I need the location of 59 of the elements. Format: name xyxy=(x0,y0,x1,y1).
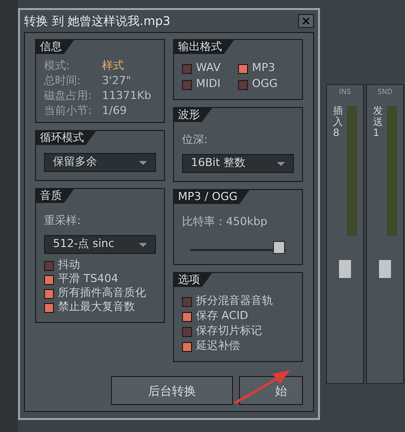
checkbox-label: 所有插件高音质化 xyxy=(58,285,146,300)
checkbox[interactable] xyxy=(44,260,54,270)
dropdown[interactable]: 16Bit 整数 xyxy=(182,154,294,173)
checkbox-label: 平滑 TS404 xyxy=(58,271,118,286)
checkbox-label: 延迟补偿 xyxy=(196,338,240,354)
checkbox[interactable] xyxy=(44,274,54,284)
caret-icon xyxy=(139,160,147,164)
info-label: 总时间: xyxy=(44,73,82,88)
start-button[interactable]: 始 xyxy=(239,376,303,405)
info-label: 磁盘占用: xyxy=(44,88,93,103)
field-label: 位深: xyxy=(182,133,208,146)
caret-icon xyxy=(139,242,147,246)
fader[interactable] xyxy=(379,260,391,278)
info-label: 当前小节: xyxy=(44,103,93,118)
checkbox[interactable] xyxy=(238,64,248,74)
close-icon xyxy=(302,17,310,25)
section-title: 信息 xyxy=(36,40,74,54)
checkbox-label: MIDI xyxy=(196,76,220,92)
section-title: 音质 xyxy=(36,189,74,203)
section-title: MP3 / OGG xyxy=(174,190,250,204)
section-title: 波形 xyxy=(174,108,212,122)
fader[interactable] xyxy=(339,260,351,278)
info-value: 样式 xyxy=(102,58,124,73)
section-title: 输出格式 xyxy=(174,40,234,54)
checkbox[interactable] xyxy=(182,312,192,322)
slider-thumb[interactable] xyxy=(273,241,286,254)
dropdown[interactable]: 512-点 sinc xyxy=(44,235,156,254)
checkbox[interactable] xyxy=(182,342,192,352)
checkbox[interactable] xyxy=(238,80,248,90)
section-title: 循环模式 xyxy=(36,131,96,145)
checkbox-label: WAV xyxy=(196,60,221,76)
checkbox[interactable] xyxy=(44,288,54,298)
checkbox[interactable] xyxy=(182,80,192,90)
window-title: 转换 到 她曾这样说我.mp3 xyxy=(24,13,170,30)
checkbox-label: 抖动 xyxy=(58,257,80,273)
checkbox[interactable] xyxy=(182,296,192,306)
caret-icon xyxy=(277,162,285,166)
info-value: 11371Kb xyxy=(102,88,152,103)
close-button[interactable] xyxy=(298,14,314,28)
checkbox-label: 保存切片标记 xyxy=(196,323,262,340)
background-render-button[interactable]: 后台转换 xyxy=(111,376,233,405)
info-value: 3'27" xyxy=(102,73,132,88)
checkbox-label: OGG xyxy=(252,76,278,92)
strip-name: 发送 1 xyxy=(373,106,383,140)
section-title: 选项 xyxy=(174,273,212,287)
dropdown[interactable]: 保留多余 xyxy=(44,153,156,172)
checkbox[interactable] xyxy=(44,302,54,312)
arrow-annotation xyxy=(232,368,290,404)
checkbox-label: 保存 ACID xyxy=(196,308,248,324)
checkbox[interactable] xyxy=(182,64,192,74)
info-label: 模式: xyxy=(44,58,71,73)
checkbox-label: 禁止最大复音数 xyxy=(58,299,135,316)
checkbox-label: MP3 xyxy=(252,60,276,76)
info-value: 1/69 xyxy=(102,103,127,118)
bitrate-label: 比特率：450kbp xyxy=(182,215,268,228)
checkbox-label: 拆分混音器音轨 xyxy=(196,293,273,310)
field-label: 重采样: xyxy=(44,214,81,227)
checkbox[interactable] xyxy=(182,326,192,336)
strip-name: 插入 8 xyxy=(333,106,343,140)
